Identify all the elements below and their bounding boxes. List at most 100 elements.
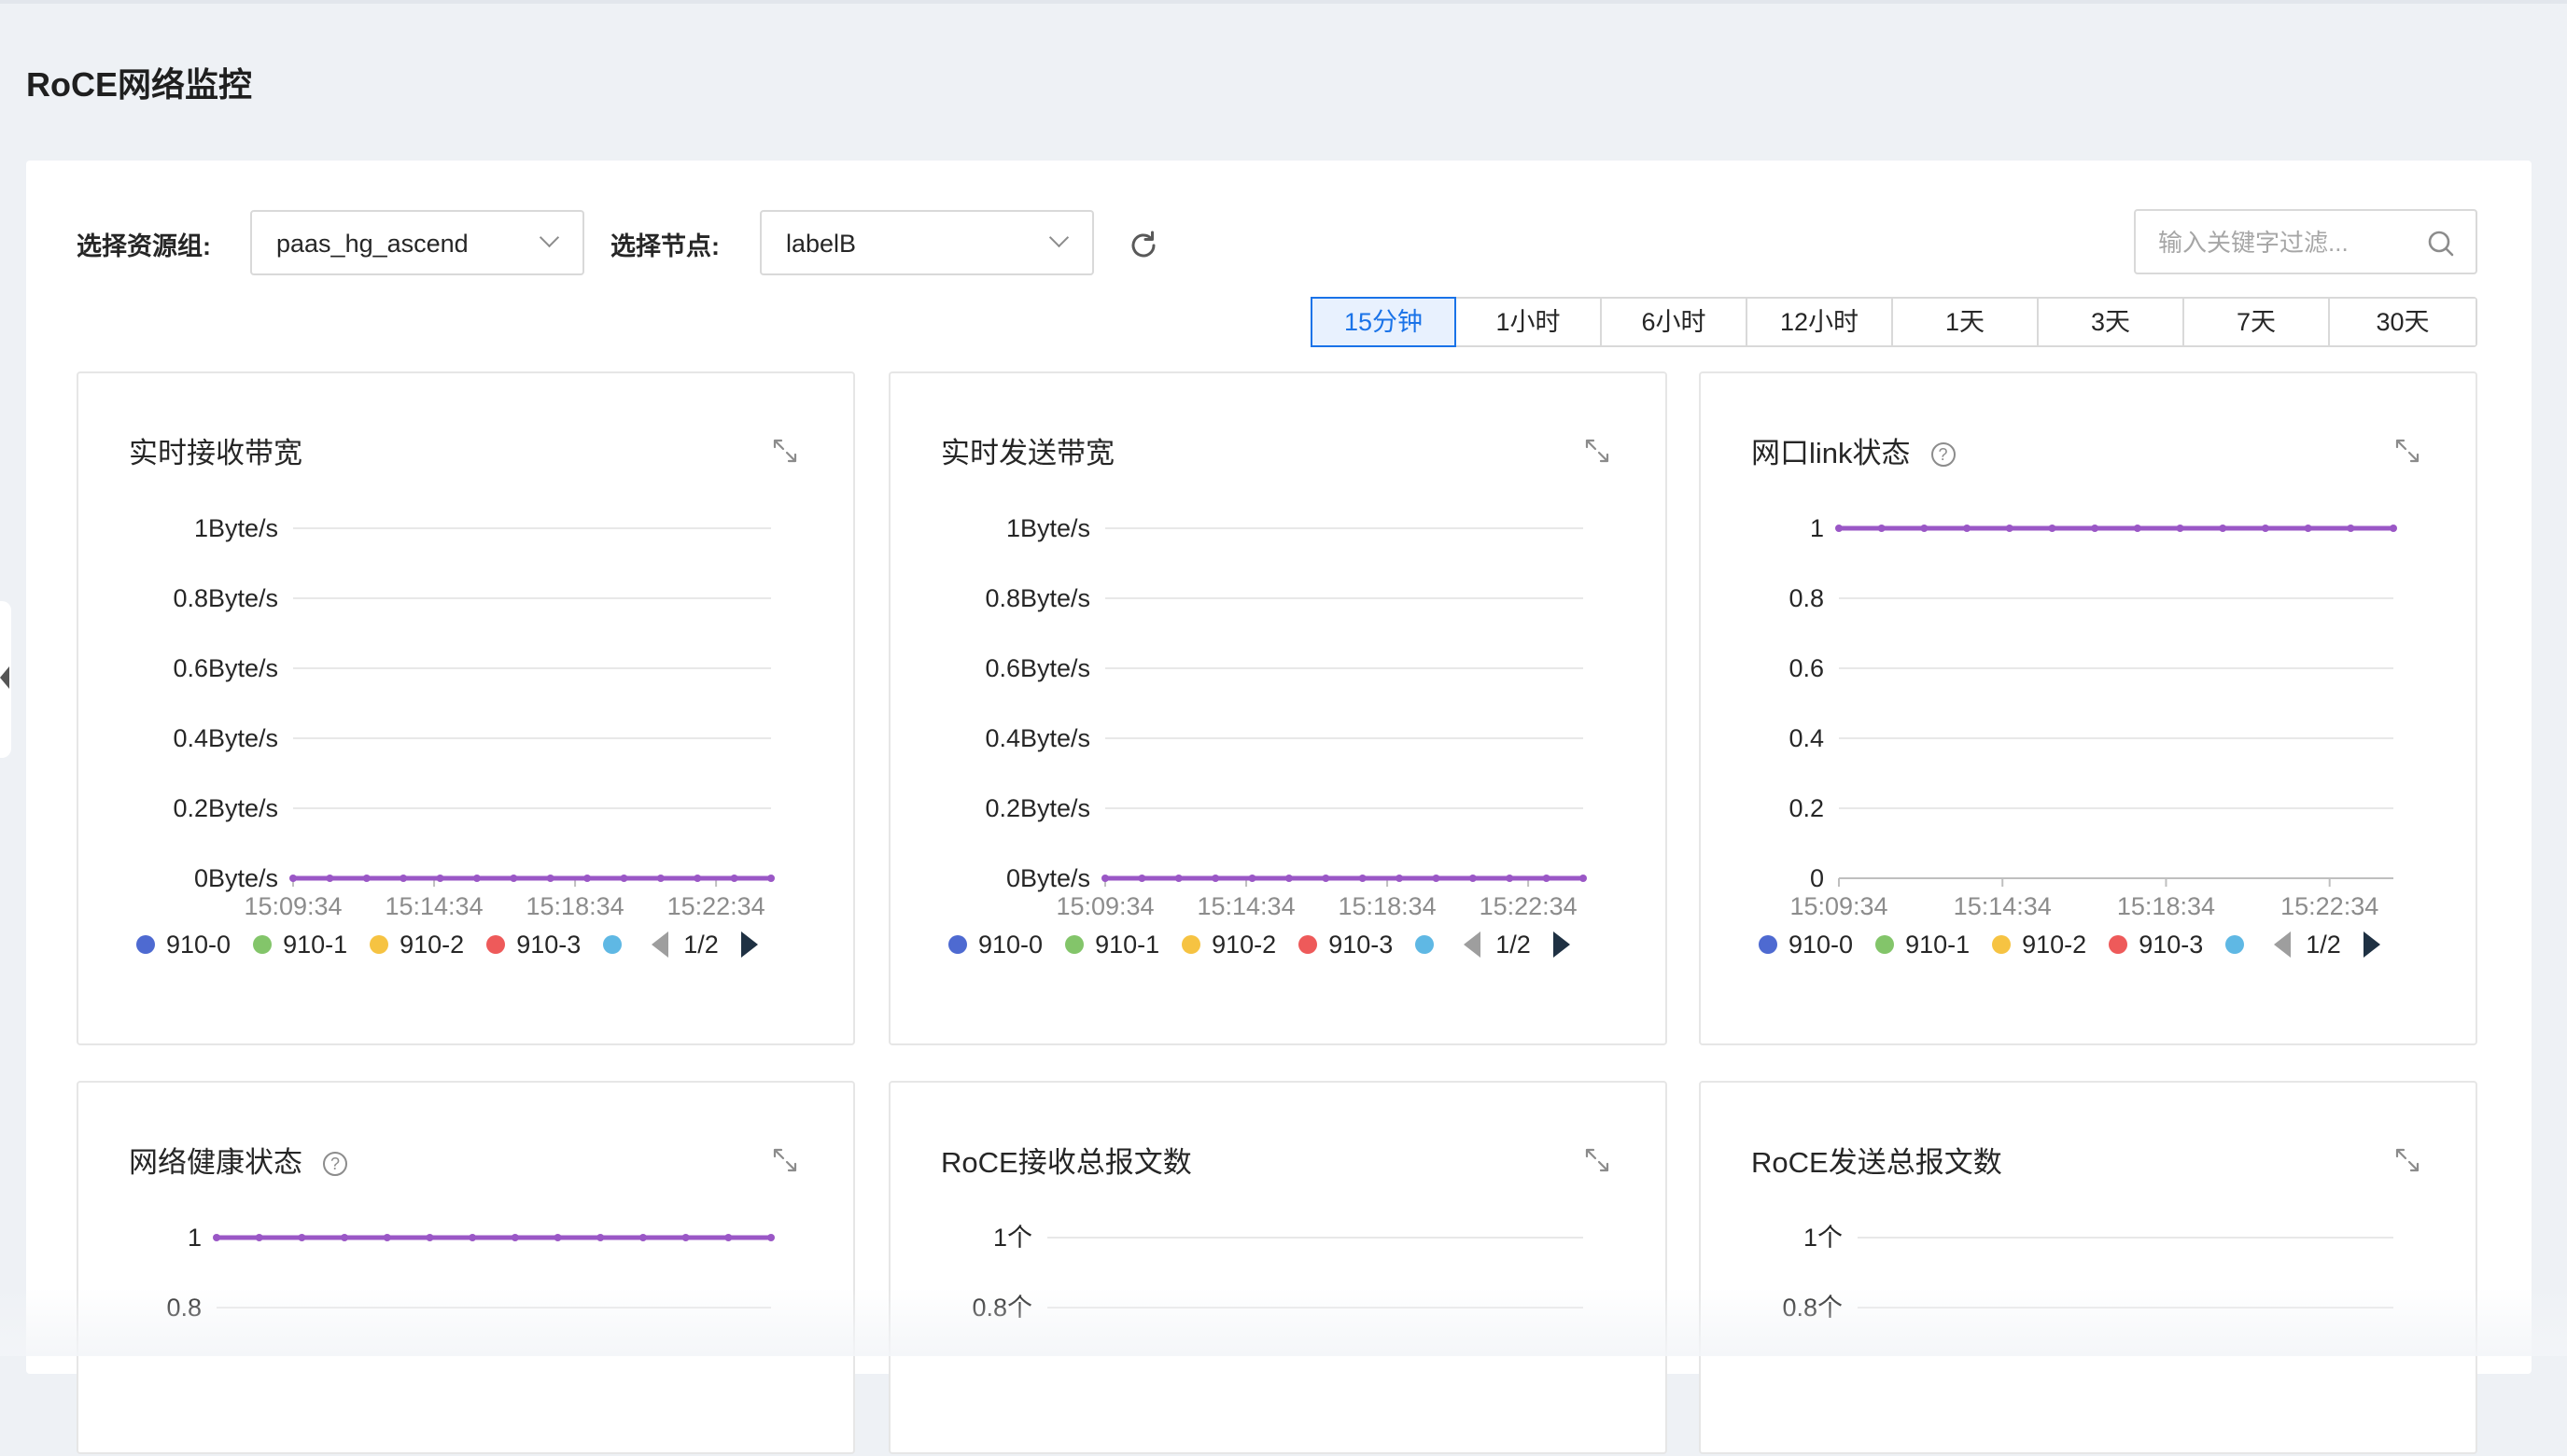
- y-tick-label: 1Byte/s: [1006, 514, 1090, 542]
- legend-next-icon[interactable]: [740, 931, 758, 958]
- time-range-12h[interactable]: 12小时: [1747, 299, 1893, 345]
- data-point: [694, 875, 702, 882]
- y-tick-label: 0.8Byte/s: [985, 584, 1090, 612]
- legend-pager: 1/2: [1464, 931, 1570, 959]
- legend-dot: [603, 935, 623, 954]
- data-point: [326, 875, 334, 882]
- data-point: [638, 1234, 647, 1241]
- time-range-7d[interactable]: 7天: [2184, 299, 2330, 345]
- search-icon[interactable]: [2427, 230, 2455, 258]
- time-range-15min[interactable]: 15分钟: [1311, 297, 1456, 347]
- legend-dot: [2109, 935, 2128, 954]
- chart-panel-link-status: 网口link状态? 0 0.2 0.4 0.6 0.8 1 15:09:34 15:14:34…: [1699, 371, 2477, 1045]
- legend-item[interactable]: 910-3: [1298, 931, 1393, 959]
- legend-item[interactable]: [2225, 935, 2255, 954]
- data-point: [426, 1234, 434, 1241]
- x-tick-label: 15:14:34: [385, 892, 483, 920]
- chart-canvas: 0.81: [166, 1224, 775, 1322]
- data-point: [1138, 875, 1146, 882]
- node-value: labelB: [786, 230, 857, 258]
- legend-item[interactable]: [603, 935, 633, 954]
- chart-canvas: 0.8个1个: [1782, 1224, 2393, 1322]
- y-tick-label: 0.6Byte/s: [985, 654, 1090, 682]
- legend-item[interactable]: 910-3: [2109, 931, 2203, 959]
- data-point: [1877, 525, 1886, 532]
- legend-label: 910-0: [1788, 930, 1854, 959]
- time-range-3d[interactable]: 3天: [2039, 299, 2184, 345]
- data-point: [1101, 875, 1109, 882]
- data-point: [596, 1234, 605, 1241]
- y-tick-label: 0Byte/s: [1006, 864, 1090, 892]
- data-point: [1396, 875, 1404, 882]
- node-select[interactable]: labelB: [760, 210, 1094, 275]
- legend-prev-icon[interactable]: [652, 931, 669, 958]
- legend-item[interactable]: 910-2: [1182, 931, 1276, 959]
- legend-label: 910-3: [1328, 930, 1394, 959]
- legend-dot: [136, 935, 155, 954]
- legend-item[interactable]: 910-2: [370, 931, 464, 959]
- data-point: [362, 875, 371, 882]
- data-point: [510, 875, 518, 882]
- legend-item[interactable]: 910-3: [486, 931, 581, 959]
- x-tick-label: 15:09:34: [1789, 892, 1887, 920]
- legend-item[interactable]: [1415, 935, 1445, 954]
- legend-next-icon[interactable]: [1552, 931, 1570, 958]
- search-input[interactable]: [2156, 222, 2412, 263]
- legend-item[interactable]: 910-1: [1065, 931, 1159, 959]
- data-point: [656, 875, 665, 882]
- chart-panel-roce-tx-packets: RoCE发送总报文数 0.8个1个: [1699, 1081, 2477, 1454]
- legend-prev-icon[interactable]: [2274, 931, 2292, 958]
- time-range-1h[interactable]: 1小时: [1456, 299, 1602, 345]
- y-tick-label: 0.2Byte/s: [173, 794, 278, 822]
- y-tick-label: 0.4Byte/s: [173, 724, 278, 752]
- search-box[interactable]: [2134, 209, 2477, 274]
- time-range-6h[interactable]: 6小时: [1602, 299, 1747, 345]
- legend-page-indicator: 1/2: [1495, 930, 1531, 959]
- legend-pager: 1/2: [2274, 931, 2380, 959]
- legend-dot: [1182, 935, 1201, 954]
- legend-prev-icon[interactable]: [1464, 931, 1481, 958]
- data-point: [400, 875, 408, 882]
- legend-label: 910-2: [1212, 930, 1277, 959]
- legend-label: 910-2: [2022, 930, 2087, 959]
- x-tick-label: 15:14:34: [1954, 892, 2052, 920]
- legend-item[interactable]: 910-0: [1759, 931, 1853, 959]
- legend-label: 910-1: [283, 930, 348, 959]
- data-point: [383, 1234, 391, 1241]
- legend-item[interactable]: 910-1: [253, 931, 347, 959]
- data-point: [1506, 875, 1514, 882]
- bottom-fade: [0, 1288, 2567, 1356]
- refresh-icon[interactable]: [1126, 228, 1161, 263]
- x-tick-label: 15:18:34: [526, 892, 624, 920]
- chevron-down-icon: [1048, 227, 1070, 248]
- sidebar-collapse-handle[interactable]: [0, 601, 11, 758]
- legend-dot: [1298, 935, 1318, 954]
- data-point: [2048, 525, 2056, 532]
- x-tick-label: 15:14:34: [1197, 892, 1295, 920]
- legend-dot: [948, 935, 967, 954]
- chart-panel-tx-bandwidth: 实时发送带宽 0Byte/s 0.2Byte/s 0.4Byte/s 0.6Byte/…: [889, 371, 1667, 1045]
- data-point: [2304, 525, 2312, 532]
- legend-item[interactable]: 910-0: [136, 931, 231, 959]
- legend-next-icon[interactable]: [2363, 931, 2380, 958]
- resource-group-select[interactable]: paas_hg_ascend: [250, 210, 584, 275]
- data-point: [1212, 875, 1220, 882]
- legend-item[interactable]: 910-1: [1875, 931, 1970, 959]
- y-tick-label: 0Byte/s: [194, 864, 278, 892]
- data-point: [724, 1234, 733, 1241]
- time-range-1d[interactable]: 1天: [1893, 299, 2039, 345]
- x-tick-label: 15:22:34: [1480, 892, 1578, 920]
- legend-item[interactable]: 910-2: [1992, 931, 2086, 959]
- legend-dot: [1992, 935, 2012, 954]
- data-point: [2219, 525, 2227, 532]
- y-tick-label: 0.4: [1788, 724, 1824, 752]
- data-point: [730, 875, 738, 882]
- legend-dot: [1759, 935, 1777, 954]
- data-point: [341, 1234, 349, 1241]
- legend-pager: 1/2: [652, 931, 758, 959]
- legend-item[interactable]: 910-0: [948, 931, 1043, 959]
- time-range-30d[interactable]: 30天: [2330, 299, 2476, 345]
- data-point: [469, 1234, 477, 1241]
- data-point: [2390, 525, 2397, 532]
- collapse-arrow-icon: [0, 666, 9, 689]
